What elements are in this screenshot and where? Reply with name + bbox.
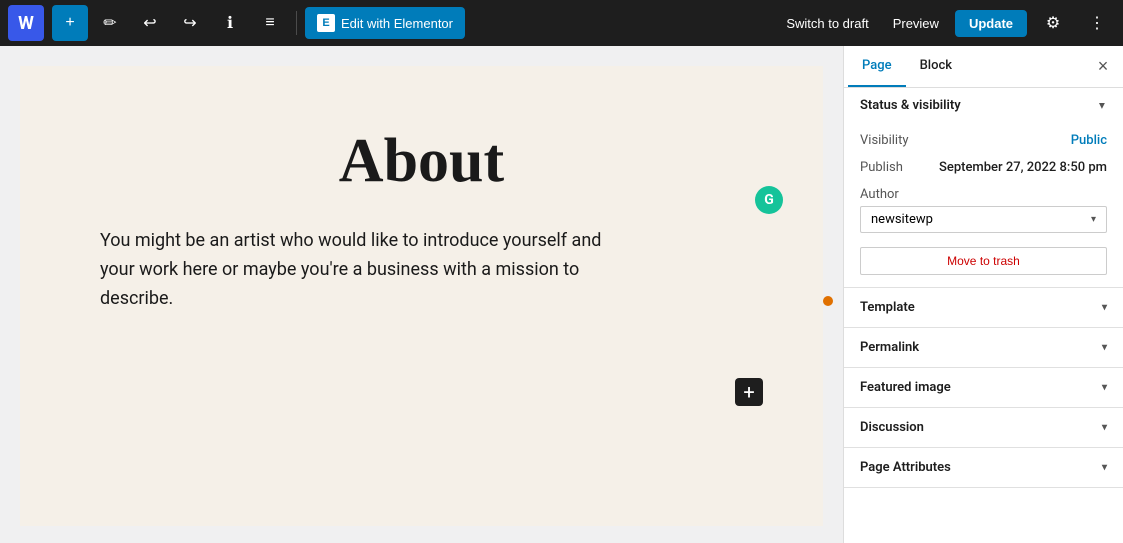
more-options-button[interactable]: ⋮ <box>1079 5 1115 41</box>
status-visibility-section: Status & visibility ▲ Visibility Public … <box>844 88 1123 288</box>
sidebar-tabs-header: Page Block × <box>844 46 1123 88</box>
chevron-down-icon: ▾ <box>1102 342 1107 353</box>
status-visibility-content: Visibility Public Publish September 27, … <box>844 123 1123 287</box>
chevron-down-icon: ▾ <box>1102 462 1107 473</box>
info-button[interactable]: ℹ <box>212 5 248 41</box>
wp-logo[interactable]: W <box>8 5 44 41</box>
settings-sidebar: Page Block × Status & visibility ▲ Visib… <box>843 46 1123 543</box>
main-toolbar: W + ✏ ↩ ↪ ℹ ≡ E Edit with Elementor Swit… <box>0 0 1123 46</box>
page-body-text[interactable]: You might be an artist who would like to… <box>100 227 620 313</box>
switch-to-draft-button[interactable]: Switch to draft <box>778 10 876 37</box>
sidebar-close-button[interactable]: × <box>1087 51 1119 83</box>
chevron-down-icon: ▾ <box>1102 422 1107 433</box>
add-block-inline-button[interactable]: + <box>735 378 763 406</box>
main-layout: About You might be an artist who would l… <box>0 46 1123 543</box>
redo-button[interactable]: ↪ <box>172 5 208 41</box>
tab-page[interactable]: Page <box>848 46 906 87</box>
tab-block[interactable]: Block <box>906 46 966 87</box>
permalink-section[interactable]: Permalink ▾ <box>844 328 1123 368</box>
visibility-value[interactable]: Public <box>1071 133 1107 148</box>
grammarly-button[interactable]: G <box>755 186 783 214</box>
page-attributes-section[interactable]: Page Attributes ▾ <box>844 448 1123 488</box>
page-title[interactable]: About <box>100 126 743 197</box>
editor-canvas: About You might be an artist who would l… <box>0 46 843 543</box>
status-visibility-header[interactable]: Status & visibility ▲ <box>844 88 1123 123</box>
undo-icon: ↩ <box>143 13 156 33</box>
publish-date-value[interactable]: September 27, 2022 8:50 pm <box>939 160 1107 175</box>
info-icon: ℹ <box>227 13 233 33</box>
publish-field: Publish September 27, 2022 8:50 pm <box>860 154 1107 181</box>
more-icon: ⋮ <box>1089 13 1105 33</box>
preview-button[interactable]: Preview <box>885 10 947 37</box>
redo-icon: ↪ <box>183 13 196 33</box>
close-icon: × <box>1098 56 1109 77</box>
undo-button[interactable]: ↩ <box>132 5 168 41</box>
chevron-down-icon: ▾ <box>1102 302 1107 313</box>
chevron-down-icon: ▾ <box>1102 382 1107 393</box>
elementor-icon: E <box>317 14 335 32</box>
author-select[interactable]: newsitewp ▾ <box>860 206 1107 233</box>
list-icon: ≡ <box>265 14 274 32</box>
toolbar-right-actions: Switch to draft Preview Update ⚙ ⋮ <box>778 5 1115 41</box>
chevron-down-icon: ▾ <box>1091 214 1096 225</box>
pen-tool-button[interactable]: ✏ <box>92 5 128 41</box>
update-button[interactable]: Update <box>955 10 1027 37</box>
featured-image-section[interactable]: Featured image ▾ <box>844 368 1123 408</box>
pen-icon: ✏ <box>103 13 116 33</box>
discussion-section[interactable]: Discussion ▾ <box>844 408 1123 448</box>
page-content-area: About You might be an artist who would l… <box>20 66 823 526</box>
orange-dot-indicator <box>823 296 833 306</box>
edit-with-elementor-button[interactable]: E Edit with Elementor <box>305 7 465 39</box>
settings-button[interactable]: ⚙ <box>1035 5 1071 41</box>
chevron-up-icon: ▲ <box>1097 100 1107 111</box>
template-section[interactable]: Template ▾ <box>844 288 1123 328</box>
visibility-field: Visibility Public <box>860 127 1107 154</box>
gear-icon: ⚙ <box>1046 13 1060 33</box>
author-section: Author newsitewp ▾ <box>860 181 1107 239</box>
add-block-toolbar-button[interactable]: + <box>52 5 88 41</box>
list-view-button[interactable]: ≡ <box>252 5 288 41</box>
toolbar-divider <box>296 11 297 35</box>
move-to-trash-button[interactable]: Move to trash <box>860 247 1107 275</box>
